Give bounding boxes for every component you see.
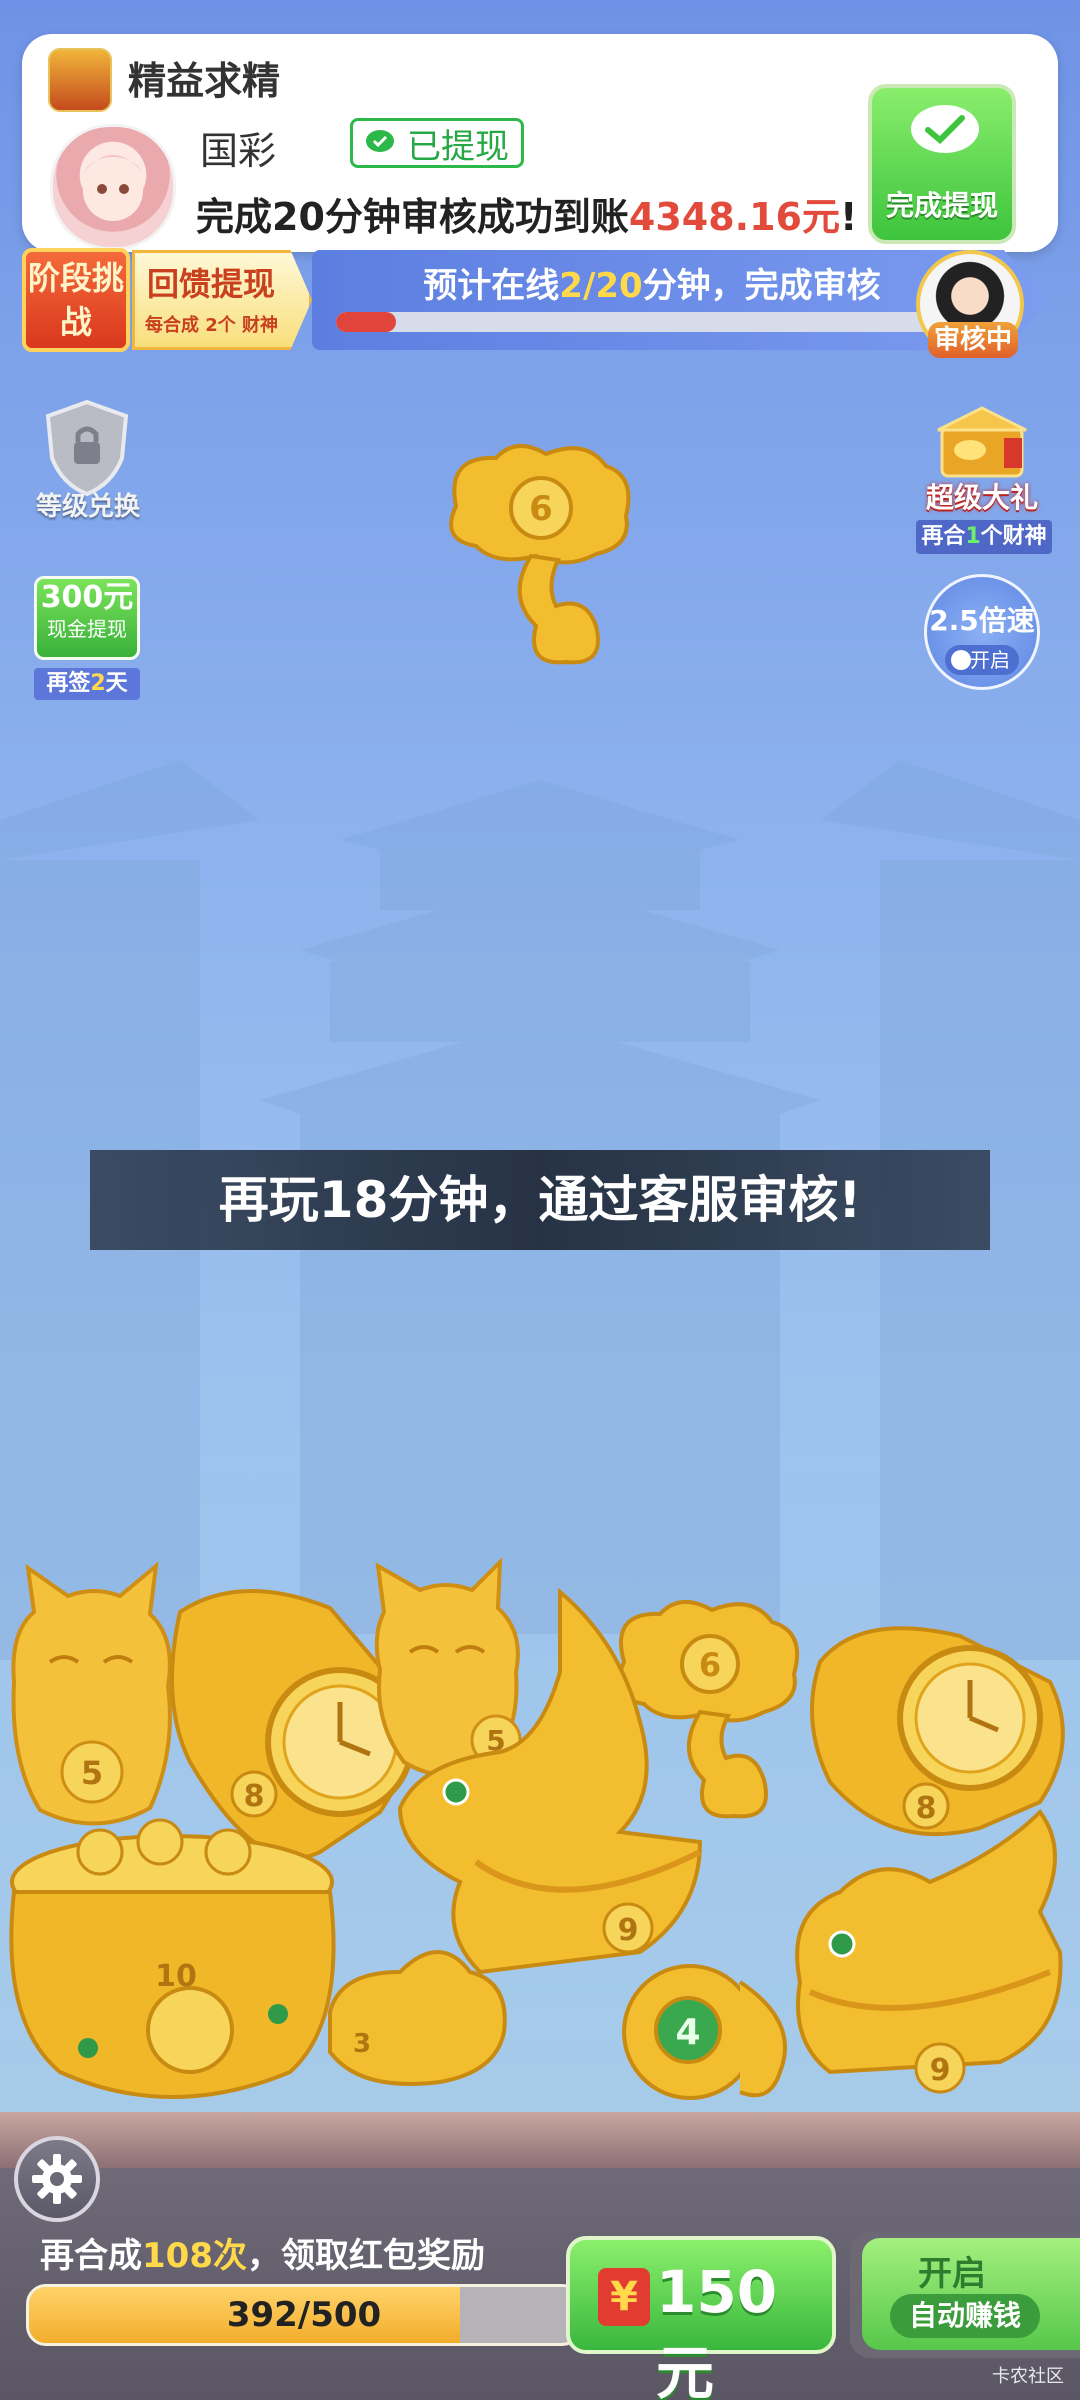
app-icon <box>48 48 112 112</box>
cash-subtitle: 现金提现 <box>47 617 127 641</box>
fish-number-middle: 9 <box>618 1913 639 1948</box>
merge-task-text: 再合成108次，领取红包奖励 <box>40 2228 485 2277</box>
gourd-item[interactable]: 4 <box>622 1964 787 2100</box>
treasure-pot-item[interactable]: 10 <box>9 1818 336 2099</box>
sign-prefix: 再签 <box>46 671 91 696</box>
gift-sub-value: 1 <box>965 524 981 549</box>
cash-value: 300元 <box>40 580 134 615</box>
online-progress-fill <box>336 312 396 332</box>
sign-value: 2 <box>90 671 106 696</box>
red-packet-amount: 150元 <box>656 2258 778 2400</box>
feedback-subtitle: 每合成 2个 财神 <box>145 315 279 336</box>
watch-number-left: 8 <box>244 1779 265 1814</box>
gift-sub-prefix: 再合 <box>921 524 966 549</box>
complete-withdraw-label: 完成提现 <box>885 189 998 222</box>
koi-fish-item[interactable]: 9 <box>795 1808 1063 2094</box>
message-amount: 4348.16元 <box>628 195 840 239</box>
level-exchange-label: 等级兑换 <box>35 492 140 522</box>
red-packet-button[interactable]: ¥ 150元 <box>566 2236 836 2400</box>
auto-earn-label: 自动赚钱 <box>890 2294 1040 2338</box>
online-prefix: 预计在线 <box>423 266 560 306</box>
user-avatar <box>50 124 176 250</box>
super-gift-button[interactable]: 超级大礼 <box>920 402 1044 514</box>
ruyi-number-pile: 6 <box>699 1646 721 1684</box>
online-suffix: 分钟，完成审核 <box>642 266 881 306</box>
message-prefix: 完成20分钟审核成功到账 <box>196 195 629 239</box>
feedback-title: 回馈提现 <box>147 265 276 303</box>
toast-message: 再玩18分钟，通过客服审核! <box>90 1150 990 1250</box>
online-value: 2/20 <box>559 266 643 306</box>
lucky-cat-item[interactable]: 5 <box>374 1556 522 1777</box>
auto-earn-button[interactable]: 开启 自动赚钱 <box>850 2232 1080 2358</box>
merge-progress-count: 392/500 <box>226 2295 382 2335</box>
gear-icon <box>32 2154 82 2204</box>
app-name: 精益求精 <box>128 59 281 103</box>
speed-boost-button[interactable]: 2.5倍速 开启 <box>924 574 1040 690</box>
task-prefix: 再合成 <box>40 2236 142 2276</box>
badge-label: 已提现 <box>407 126 509 167</box>
pig-number: 3 <box>353 2029 371 2059</box>
wechat-icon <box>366 130 394 152</box>
withdrawn-badge: 已提现 <box>350 118 524 168</box>
watch-number-right: 8 <box>916 1791 937 1826</box>
lucky-cat-item[interactable]: 5 <box>11 1561 172 1826</box>
sign-suffix: 天 <box>105 671 128 696</box>
stage-challenge-button[interactable]: 阶段挑战 <box>22 248 130 352</box>
item-pile: 5 8 5 6 8 9 10 3 4 9 <box>9 1556 1065 2100</box>
ruyi-number: 6 <box>529 489 553 529</box>
task-suffix: ，领取红包奖励 <box>246 2236 485 2276</box>
auto-earn-title: 开启 <box>918 2254 986 2294</box>
sign-in-days-label: 再签2天 <box>34 668 140 700</box>
falling-ruyi-item[interactable]: 6 <box>436 436 646 676</box>
fish-number-right: 9 <box>930 2053 951 2088</box>
super-gift-label: 超级大礼 <box>925 481 1038 514</box>
online-progress-text: 预计在线2/20分钟，完成审核 <box>312 258 992 307</box>
notification-card[interactable]: 精益求精 国彩 已提现 完成20分钟审核成功到账4348.16元! 完成提现 <box>22 34 1058 252</box>
user-name: 国彩 <box>200 129 277 173</box>
gourd-number: 4 <box>675 2012 700 2053</box>
settings-button[interactable] <box>14 2136 100 2222</box>
red-packet-icon: ¥ <box>598 2268 650 2326</box>
item-shelf <box>0 2112 1080 2168</box>
gold-chest-icon <box>937 406 1027 478</box>
wechat-check-icon <box>911 105 979 153</box>
review-status-label: 审核中 <box>928 322 1018 358</box>
complete-withdraw-button[interactable]: 完成提现 <box>868 84 1016 244</box>
speed-label: 2.5倍速 <box>929 604 1035 637</box>
auto-earn-inner: 开启 自动赚钱 <box>862 2238 1080 2350</box>
cat-number-left: 5 <box>81 1754 103 1792</box>
watermark: 卡农社区 <box>992 2366 1064 2387</box>
cash-withdraw-button[interactable]: 300元 现金提现 <box>34 576 140 660</box>
online-progress-track <box>336 312 936 332</box>
locked-shield-icon <box>45 400 129 496</box>
task-value: 108次 <box>142 2236 247 2276</box>
speed-toggle[interactable]: 开启 <box>945 645 1019 675</box>
level-exchange-button[interactable]: 等级兑换 <box>28 400 148 530</box>
game-screen: 精益求精 国彩 已提现 完成20分钟审核成功到账4348.16元! 完成提现 阶… <box>0 0 1080 2400</box>
message-suffix: ! <box>839 195 858 239</box>
gold-watch-item[interactable]: 8 <box>810 1626 1065 1837</box>
gift-requirement-label: 再合1个财神 <box>916 520 1052 554</box>
pot-number: 10 <box>155 1959 197 1994</box>
feedback-withdraw-button[interactable]: 回馈提现 每合成 2个 财神 <box>132 250 312 350</box>
gift-sub-suffix: 个财神 <box>980 524 1047 549</box>
notification-message: 完成20分钟审核成功到账4348.16元! <box>196 186 857 241</box>
